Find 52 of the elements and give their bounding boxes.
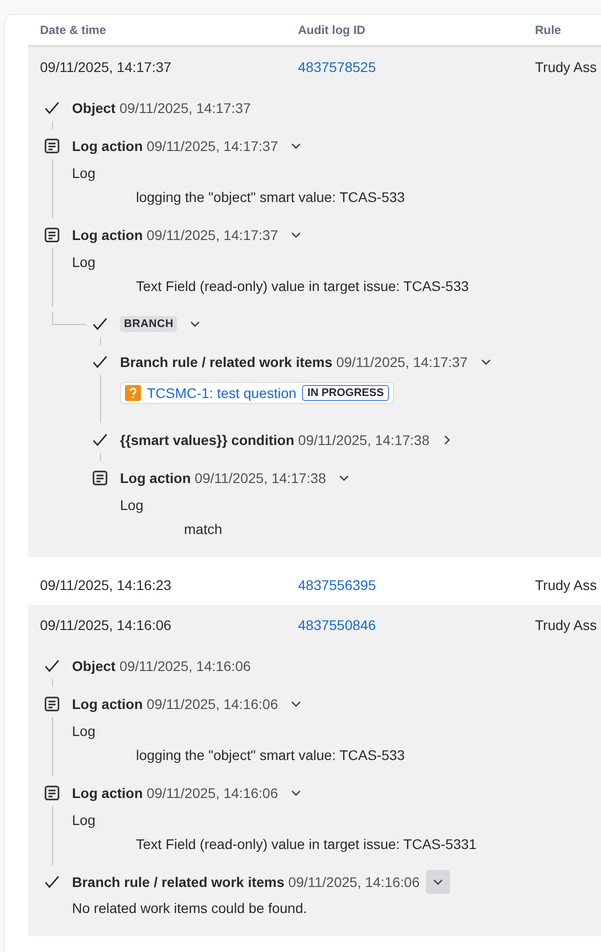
table-cell-text: Trudy Ass <box>534 577 598 593</box>
log-label: Log <box>72 722 96 741</box>
check-icon <box>92 316 108 332</box>
table-cell-text: 09/11/2025, 14:16:06 <box>39 617 172 633</box>
check-icon <box>44 874 60 890</box>
step-title: Object 09/11/2025, 14:17:37 <box>72 100 251 116</box>
document-icon <box>44 138 60 154</box>
table-cell-text: Trudy Ass <box>534 617 598 633</box>
step-title: Log action 09/11/2025, 14:16:06 <box>72 785 278 801</box>
log-message: match <box>183 520 224 539</box>
log-message: Text Field (read-only) value in target issue: TCAS-5331 <box>135 835 477 854</box>
document-icon <box>44 696 60 712</box>
document-icon <box>44 785 60 801</box>
log-message: logging the "object" smart value: TCAS-533 <box>135 746 405 765</box>
table-cell-text: Trudy Ass <box>534 59 598 75</box>
table-row[interactable] <box>28 47 601 557</box>
step-title: Log action 09/11/2025, 14:16:06 <box>72 696 278 712</box>
step-title: Log action 09/11/2025, 14:17:37 <box>72 227 278 243</box>
table-row[interactable] <box>28 605 601 936</box>
log-label: Log <box>72 164 96 183</box>
check-icon <box>92 354 108 370</box>
check-icon <box>44 100 60 116</box>
expand-button[interactable] <box>426 870 450 894</box>
step-title: Branch rule / related work items 09/11/2025, 14:16:06 <box>72 874 420 890</box>
log-message: Text Field (read-only) value in target issue: TCAS-533 <box>135 277 469 296</box>
connector-line <box>52 312 86 325</box>
step-title: Log action 09/11/2025, 14:17:38 <box>120 470 326 486</box>
log-label: Log <box>120 496 144 515</box>
work-item-link[interactable]: TCSMC-1: test question <box>147 385 296 401</box>
document-icon <box>92 470 108 486</box>
status-lozenge: IN PROGRESS <box>302 385 389 401</box>
question-icon <box>125 385 141 401</box>
step-title: {{smart values}} condition 09/11/2025, 14:17:38 <box>120 432 430 448</box>
log-message: logging the "object" smart value: TCAS-533 <box>135 188 405 207</box>
branch-tag: BRANCH <box>120 316 178 332</box>
audit-log-link[interactable]: 4837578525 <box>298 59 376 75</box>
column-header: Rule <box>534 23 562 37</box>
column-header: Audit log ID <box>297 23 366 37</box>
table-cell-text: 09/11/2025, 14:16:23 <box>39 577 172 593</box>
table-cell-text: 09/11/2025, 14:17:37 <box>39 59 172 75</box>
check-icon <box>44 658 60 674</box>
column-header: Date & time <box>39 23 108 37</box>
audit-log-link[interactable]: 4837550846 <box>298 617 376 633</box>
log-label: Log <box>72 811 96 830</box>
step-title: Branch rule / related work items 09/11/2025, 14:17:37 <box>120 354 468 370</box>
document-icon <box>44 227 60 243</box>
audit-log-link[interactable]: 4837556395 <box>298 577 376 593</box>
step-title: Object 09/11/2025, 14:16:06 <box>72 658 251 674</box>
check-icon <box>92 432 108 448</box>
step-note: No related work items could be found. <box>72 899 308 918</box>
log-label: Log <box>72 253 96 272</box>
step-title: Log action 09/11/2025, 14:17:37 <box>72 138 278 154</box>
